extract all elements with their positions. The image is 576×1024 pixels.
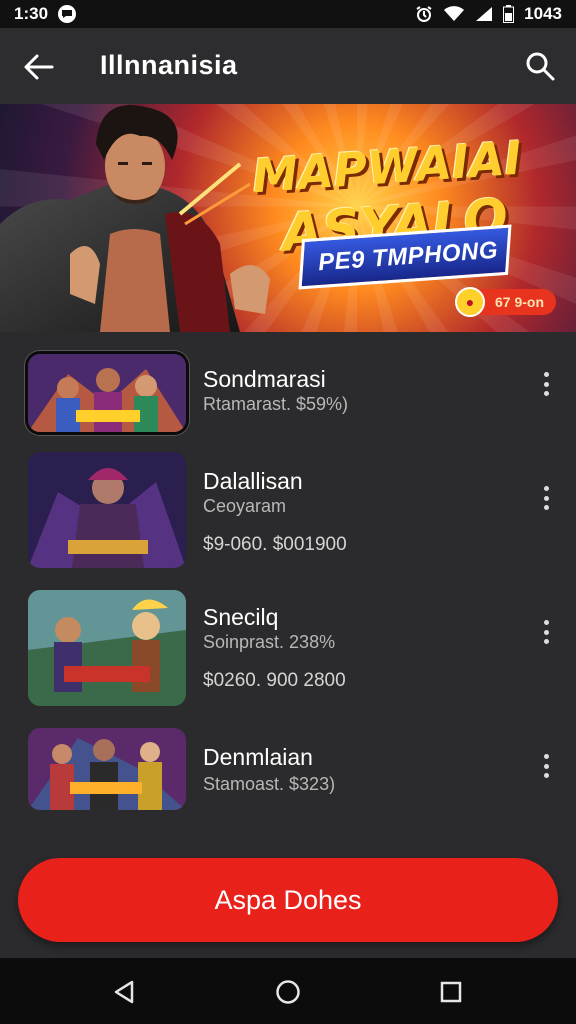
- system-nav-bar: [0, 958, 576, 1024]
- hero-character-illustration: [0, 104, 270, 332]
- battery-icon: [503, 5, 515, 23]
- game-price: $9-060. $001900: [203, 534, 347, 555]
- dot: [543, 629, 549, 635]
- back-triangle-icon: [114, 980, 134, 1004]
- game-price: $0260. 900 2800: [203, 670, 346, 691]
- dot: [543, 486, 549, 491]
- list-item[interactable]: Denmlaian Stamoast. $323): [0, 728, 576, 848]
- dot: [543, 763, 549, 769]
- nav-recents-button[interactable]: [437, 978, 465, 1006]
- dot: [543, 381, 549, 387]
- status-bar: 1:30 1043: [0, 0, 576, 28]
- game-meta: Ceoyaram: [203, 496, 287, 516]
- list-item[interactable]: Dalallisan Ceoyaram $9-060. $001900: [0, 452, 576, 572]
- page-title: Illnnanisia: [100, 50, 238, 80]
- more-options-button[interactable]: [538, 620, 554, 644]
- game-name: Dalallisan: [203, 468, 303, 494]
- game-meta: Stamoast. $323): [203, 774, 336, 794]
- dot: [543, 495, 549, 501]
- alarm-icon: [416, 6, 432, 22]
- coin-icon: ●: [454, 287, 485, 317]
- recents-square-icon: [440, 981, 462, 1003]
- nav-back-button[interactable]: [110, 978, 138, 1006]
- banner-badge: ● 67 9-on: [454, 287, 556, 317]
- dot: [543, 391, 549, 396]
- dot: [543, 620, 549, 625]
- home-circle-icon: [276, 980, 300, 1004]
- dot: [543, 639, 549, 644]
- game-thumbnail: [28, 354, 186, 432]
- message-icon: [58, 5, 77, 23]
- more-options-button[interactable]: [538, 754, 554, 778]
- game-name: Denmlaian: [203, 744, 313, 770]
- game-thumbnail: [28, 590, 186, 706]
- search-button[interactable]: [524, 50, 556, 82]
- game-meta: Soinprast. 238%: [203, 632, 336, 652]
- dot: [543, 505, 549, 510]
- more-options-button[interactable]: [538, 372, 554, 396]
- status-time: 1:30: [14, 4, 49, 23]
- game-thumbnail: [28, 728, 186, 810]
- status-icons: 1043: [415, 4, 562, 24]
- primary-action-button[interactable]: Aspa Dohes: [18, 858, 558, 942]
- game-thumbnail: [28, 452, 186, 568]
- game-name: Sondmarasi: [203, 366, 326, 392]
- nav-home-button[interactable]: [274, 978, 302, 1006]
- dot: [543, 773, 549, 778]
- signal-icon: [476, 7, 493, 21]
- app-bar: Illnnanisia: [0, 28, 576, 104]
- wifi-icon: [444, 6, 465, 21]
- more-options-button[interactable]: [538, 486, 554, 510]
- search-icon: [526, 52, 555, 81]
- dot: [543, 372, 549, 377]
- dot: [543, 754, 549, 759]
- battery-text: 1043: [524, 4, 562, 23]
- arrow-left-icon: [24, 54, 54, 80]
- list-item[interactable]: Snecilq Soinprast. 238% $0260. 900 2800: [0, 590, 576, 710]
- game-name: Snecilq: [203, 604, 279, 630]
- back-button[interactable]: [22, 52, 56, 82]
- game-meta: Rtamarast. $59%): [203, 394, 349, 414]
- banner-badge-text: 67 9-on: [494, 294, 544, 310]
